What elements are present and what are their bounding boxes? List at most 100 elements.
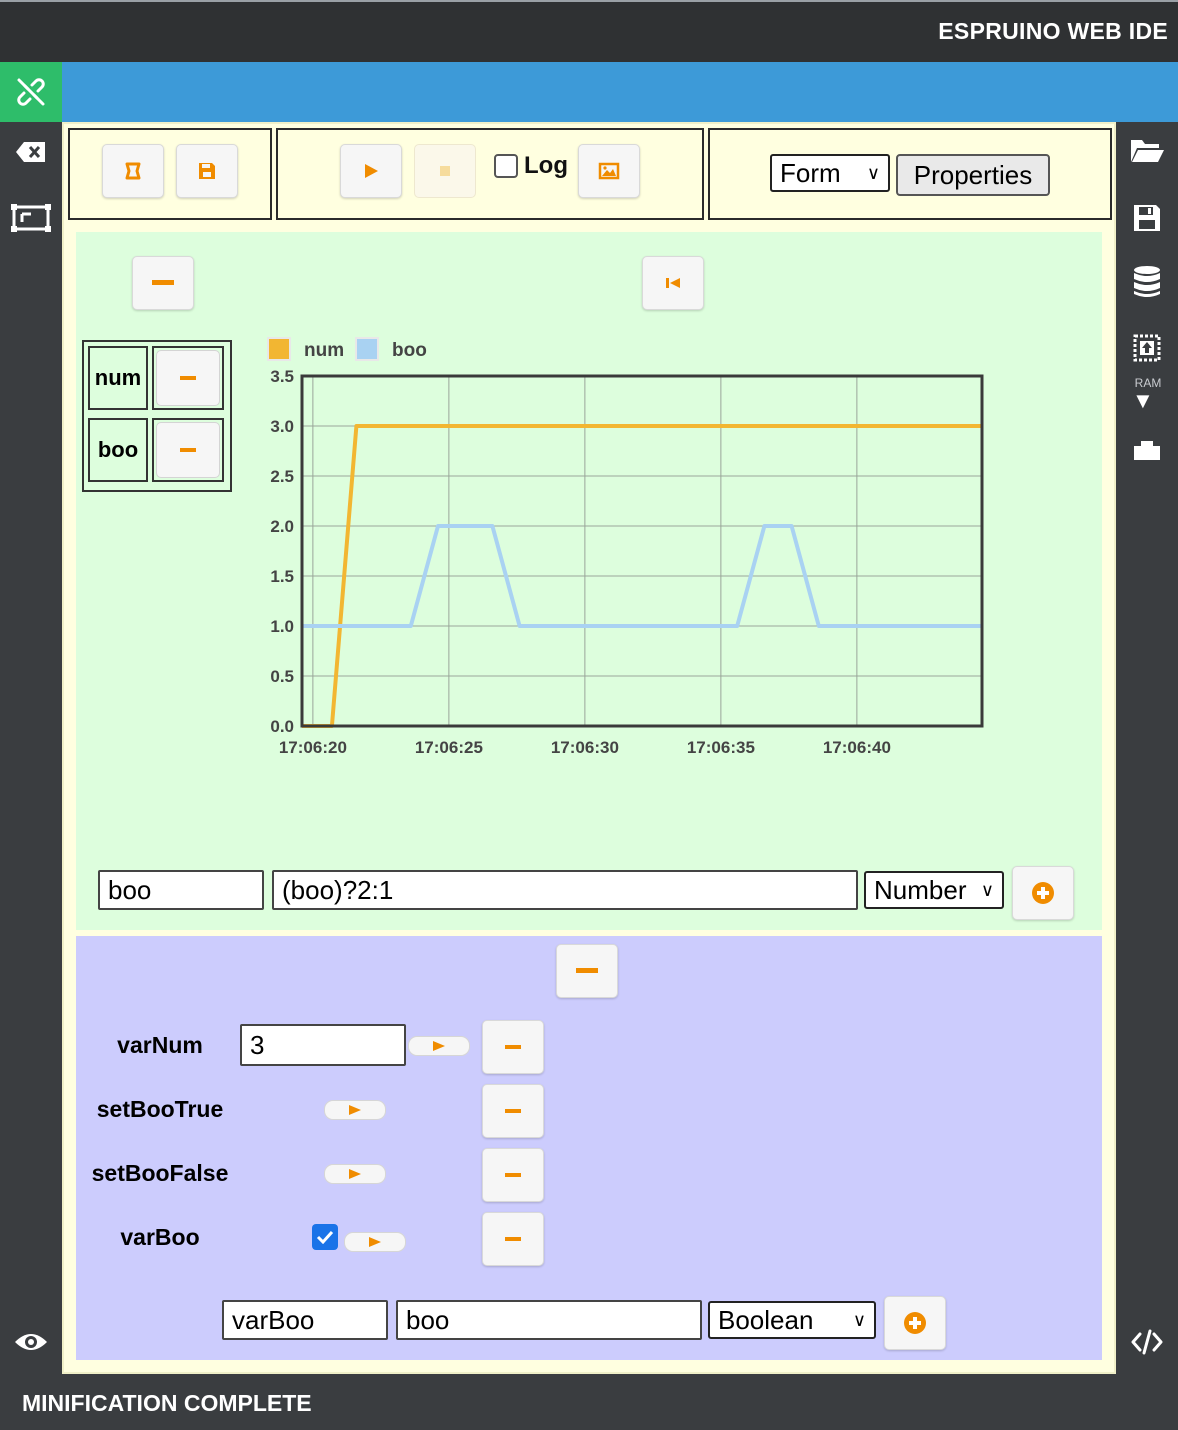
remove-setBooTrue-button[interactable] [482, 1084, 544, 1138]
x-tick-label: 17:06:35 [687, 738, 755, 757]
remove-chart-var-num-button[interactable] [156, 350, 220, 406]
remove-variables-panel-button[interactable] [556, 944, 618, 998]
y-tick-label: 0.0 [270, 717, 294, 736]
play-icon [433, 1041, 445, 1051]
chart-type-value: Number [874, 874, 967, 905]
play-icon [349, 1105, 361, 1115]
storage-icon[interactable] [1127, 264, 1167, 300]
ram-dropdown-arrow[interactable]: ▼ [1132, 388, 1154, 414]
varNum-set-button[interactable] [408, 1036, 470, 1056]
varBoo-checkbox[interactable] [312, 1224, 338, 1250]
setBooFalse-call-button[interactable] [324, 1164, 386, 1184]
log-label: Log [524, 152, 568, 179]
folder-open-icon[interactable] [1127, 132, 1167, 168]
var-expression-input[interactable]: boo [396, 1300, 702, 1340]
stop-button[interactable] [414, 144, 476, 198]
screenshot-button[interactable] [578, 144, 640, 198]
x-tick-label: 17:06:25 [415, 738, 483, 757]
chart-var-name-input[interactable]: boo [98, 870, 264, 910]
code-icon[interactable] [1127, 1324, 1167, 1360]
minus-icon [505, 1173, 521, 1177]
y-tick-label: 2.5 [270, 467, 294, 486]
y-tick-label: 1.0 [270, 617, 294, 636]
add-var-button[interactable] [884, 1296, 946, 1350]
x-tick-label: 17:06:20 [279, 738, 347, 757]
var-type-select[interactable]: Boolean ∨ [708, 1301, 876, 1339]
var-label-setBooTrue: setBooTrue [96, 1096, 224, 1122]
save-icon [199, 163, 215, 179]
skip-back-icon [666, 278, 680, 288]
ui-designer: Log Form ∨ Properties num boo 0.0 0.5 1.… [62, 122, 1116, 1374]
var-label-setBooFalse: setBooFalse [91, 1160, 229, 1186]
legend-swatch-num [267, 337, 291, 361]
varNum-input[interactable]: 3 [240, 1024, 406, 1066]
stop-icon [440, 166, 450, 176]
left-sidebar [0, 122, 62, 1382]
minus-icon [505, 1045, 521, 1049]
minus-icon [180, 376, 196, 380]
var-name-input[interactable]: varBoo [222, 1300, 388, 1340]
remove-varNum-button[interactable] [482, 1020, 544, 1074]
chart-var-boo-label: boo [88, 418, 148, 482]
chart-var-boo-cell [152, 418, 224, 482]
minus-icon [505, 1237, 521, 1241]
line-chart: 0.0 0.5 1.0 1.5 2.0 2.5 3.0 3.5 17:06:20 17:06:25… [267, 337, 984, 757]
chart-type-select[interactable]: Number ∨ [864, 871, 1004, 909]
save-ui-button[interactable] [176, 144, 238, 198]
chart-panel: num boo 0.0 0.5 1.0 1.5 2.0 2.5 3.0 3.5 17:06:20… [76, 232, 1102, 930]
y-tick-label: 0.5 [270, 667, 294, 686]
add-chart-var-button[interactable] [1012, 866, 1074, 920]
scroll-icon [125, 162, 141, 180]
checkmark-icon [316, 1230, 334, 1244]
var-label-varBoo: varBoo [120, 1224, 200, 1250]
chevron-down-icon: ∨ [852, 1309, 866, 1330]
status-bar: MINIFICATION COMPLETE [0, 1382, 1178, 1430]
sd-card-icon[interactable] [1127, 432, 1167, 468]
y-tick-label: 3.5 [270, 367, 294, 386]
reset-chart-button[interactable] [642, 256, 704, 310]
remove-chart-var-boo-button[interactable] [156, 422, 220, 478]
plug-icon [17, 78, 45, 106]
eye-icon[interactable] [11, 1324, 51, 1360]
play-icon [369, 1237, 381, 1247]
send-to-ram-icon[interactable] [1127, 330, 1167, 366]
remove-varBoo-button[interactable] [482, 1212, 544, 1266]
run-button[interactable] [340, 144, 402, 198]
chart-variable-table: num boo [82, 340, 232, 492]
top-toolbar [62, 62, 1178, 122]
minus-icon [505, 1109, 521, 1113]
x-tick-label: 17:06:40 [823, 738, 891, 757]
remove-chart-button[interactable] [132, 256, 194, 310]
legend-swatch-boo [355, 337, 379, 361]
y-tick-label: 3.0 [270, 417, 294, 436]
terminal-frame-icon[interactable] [11, 200, 51, 236]
chart-expression-input[interactable]: (boo)?2:1 [272, 870, 858, 910]
right-sidebar: RAM ▼ [1116, 122, 1178, 1382]
varBoo-set-button[interactable] [344, 1232, 406, 1252]
status-message: MINIFICATION COMPLETE [22, 1390, 312, 1416]
connect-button[interactable] [0, 62, 62, 122]
remove-setBooFalse-button[interactable] [482, 1148, 544, 1202]
log-toggle[interactable]: Log [494, 152, 568, 180]
chart-var-num-cell [152, 346, 224, 410]
properties-toolbar-panel: Form ∨ Properties [708, 128, 1112, 220]
load-ui-button[interactable] [102, 144, 164, 198]
chart-var-num-label: num [88, 346, 148, 410]
var-type-value: Boolean [718, 1304, 814, 1335]
run-toolbar-panel: Log [276, 128, 704, 220]
save-icon[interactable] [1127, 200, 1167, 236]
plot-frame [300, 374, 984, 728]
variables-panel: varNum 3 setBooTrue setBooFalse varBoo v… [76, 936, 1102, 1360]
clear-console-icon[interactable] [11, 134, 51, 170]
log-checkbox[interactable] [494, 154, 518, 178]
setBooTrue-call-button[interactable] [324, 1100, 386, 1120]
file-toolbar-panel [68, 128, 272, 220]
form-select[interactable]: Form ∨ [770, 154, 890, 192]
y-tick-label: 2.0 [270, 517, 294, 536]
properties-button[interactable]: Properties [896, 154, 1050, 196]
chevron-down-icon: ∨ [980, 879, 994, 900]
play-icon [365, 164, 378, 178]
form-select-value: Form [780, 157, 841, 188]
legend-label-num: num [304, 340, 344, 361]
minus-icon [180, 448, 196, 452]
